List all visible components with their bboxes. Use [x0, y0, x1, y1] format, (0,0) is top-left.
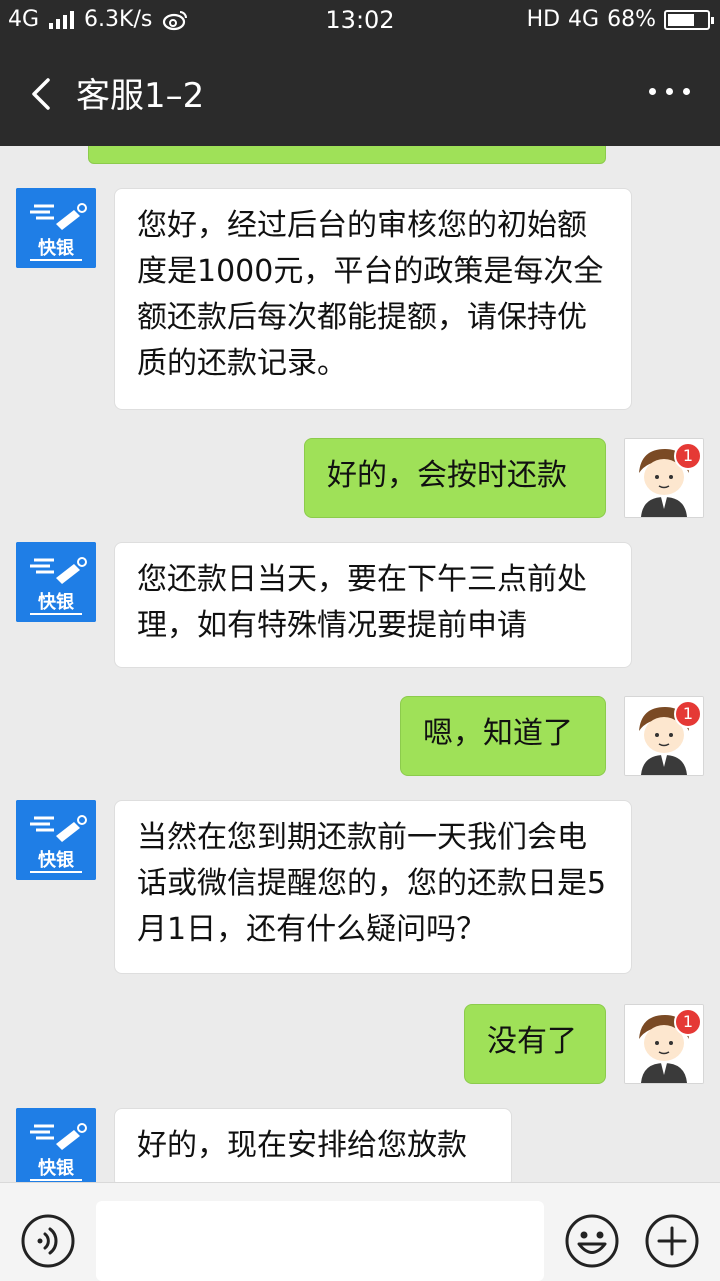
emoji-icon[interactable] — [564, 1213, 620, 1269]
message-bubble-right[interactable]: 没有了 — [464, 1004, 606, 1084]
plus-icon[interactable] — [644, 1213, 700, 1269]
message-text: 好的，会按时还款 — [327, 458, 567, 493]
cs-avatar[interactable]: 快银 — [16, 542, 96, 622]
message-bubble-left[interactable]: 您好，经过后台的审核您的初始额度是1000元，平台的政策是每次全额还款后每次都能… — [114, 188, 632, 410]
hd-label: HD — [526, 7, 561, 32]
unread-badge: 1 — [674, 1008, 702, 1036]
message-bubble-left[interactable]: 您还款日当天，要在下午三点前处理，如有特殊情况要提前申请 — [114, 542, 632, 668]
voice-icon[interactable] — [20, 1213, 76, 1269]
svg-text:快银: 快银 — [38, 591, 75, 613]
cs-avatar[interactable]: 快银 — [16, 188, 96, 268]
message-bubble-left[interactable]: 当然在您到期还款前一天我们会电话或微信提醒您的，您的还款日是5月1日，还有什么疑… — [114, 800, 632, 974]
input-bar — [0, 1182, 720, 1281]
cs-avatar[interactable]: 快银 — [16, 800, 96, 880]
message-bubble-left[interactable]: 好的，现在安排给您放款 — [114, 1108, 512, 1182]
svg-text:快银: 快银 — [38, 1157, 75, 1179]
cs-avatar[interactable]: 快银 — [16, 1108, 96, 1182]
message-input[interactable] — [96, 1201, 544, 1281]
message-text: 当然在您到期还款前一天我们会电话或微信提醒您的，您的还款日是5月1日，还有什么疑… — [137, 820, 607, 947]
chat-area[interactable]: 快银 您好，经过后台的审核您的初始额度是1000元，平台的政策是每次全额还款后每… — [0, 146, 720, 1182]
message-text: 嗯，知道了 — [423, 716, 573, 751]
message-text: 没有了 — [487, 1024, 577, 1059]
message-bubble-right[interactable]: 嗯，知道了 — [400, 696, 606, 776]
message-text: 好的，现在安排给您放款 — [137, 1128, 467, 1163]
svg-text:快银: 快银 — [38, 237, 75, 259]
more-dots-icon[interactable] — [649, 88, 690, 95]
message-text: 您好，经过后台的审核您的初始额度是1000元，平台的政策是每次全额还款后每次都能… — [137, 208, 604, 381]
battery-percent: 68% — [607, 7, 656, 32]
unread-badge: 1 — [674, 700, 702, 728]
unread-badge: 1 — [674, 442, 702, 470]
svg-text:快银: 快银 — [38, 849, 75, 871]
title-bar: 客服1–2 — [0, 40, 720, 146]
status-bar: 4G 6.3K/s 13:02 HD 4G 68% — [0, 0, 720, 40]
previous-message-bubble — [88, 146, 606, 164]
chat-title: 客服1–2 — [76, 76, 205, 116]
network-type-right: 4G — [568, 7, 600, 32]
chevron-left-icon[interactable] — [24, 76, 60, 112]
battery-icon — [664, 9, 714, 30]
message-bubble-right[interactable]: 好的，会按时还款 — [304, 438, 606, 518]
message-text: 您还款日当天，要在下午三点前处理，如有特殊情况要提前申请 — [137, 562, 587, 643]
